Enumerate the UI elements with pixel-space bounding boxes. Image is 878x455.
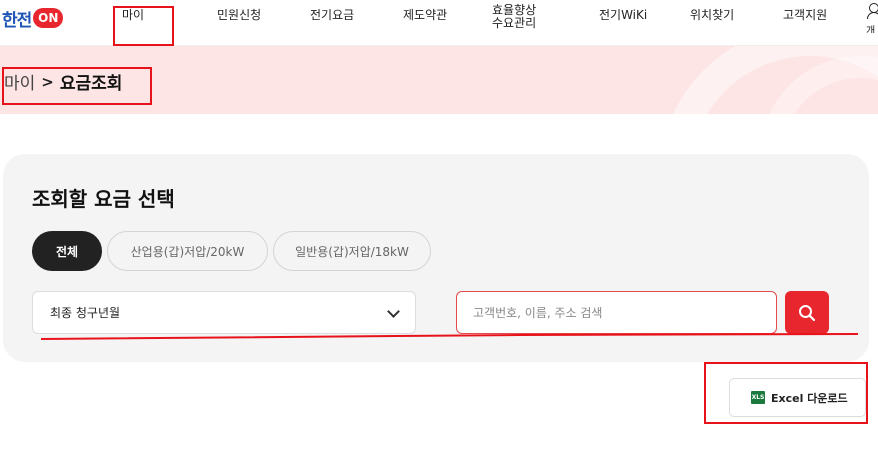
chip-industrial[interactable]: 산업용(갑)저압/20kW <box>107 231 268 271</box>
logo-text: 한전 <box>2 10 32 31</box>
nav-terms[interactable]: 제도약관 <box>403 9 447 22</box>
nav-electricity-fee[interactable]: 전기요금 <box>310 9 354 22</box>
nav-electricity-wiki[interactable]: 전기WiKi <box>599 9 647 22</box>
select-value: 최종 청구년월 <box>50 306 121 320</box>
nav-my[interactable]: 마이 <box>122 9 144 22</box>
user-icon[interactable]: 개 <box>865 3 878 33</box>
chevron-down-icon <box>387 305 400 318</box>
chip-general[interactable]: 일반용(갑)저압/18kW <box>273 231 431 271</box>
nav-customer-support[interactable]: 고객지원 <box>783 9 827 22</box>
billing-month-select[interactable]: 최종 청구년월 <box>32 291 416 334</box>
breadcrumb-banner <box>0 46 878 114</box>
excel-download-button[interactable]: XLS Excel 다운로드 <box>729 378 866 417</box>
nav-civil-application[interactable]: 민원신청 <box>217 9 261 22</box>
chip-all[interactable]: 전체 <box>32 231 102 271</box>
search-input[interactable] <box>456 291 777 334</box>
excel-download-label: Excel 다운로드 <box>771 391 848 405</box>
search-icon <box>799 304 816 321</box>
user-icon-body <box>867 12 878 19</box>
excel-file-icon: XLS <box>751 391 765 404</box>
breadcrumb-current: 요금조회 <box>59 74 123 94</box>
breadcrumb-separator-icon: > <box>41 72 54 91</box>
logo-on-badge: ON <box>33 8 64 28</box>
breadcrumb: 마이 > 요금조회 <box>4 69 123 95</box>
top-header: 한전 ON 마이 민원신청 전기요금 제도약관 효율향상 수요관리 전기WiKi… <box>0 0 878 46</box>
kepco-on-logo[interactable]: 한전 ON <box>2 7 78 31</box>
nav-efficiency-demand[interactable]: 효율향상 수요관리 <box>492 4 536 30</box>
user-label: 개 <box>866 26 876 33</box>
nav-location[interactable]: 위치찾기 <box>690 9 734 22</box>
nav-efficiency-line2: 수요관리 <box>492 16 537 30</box>
search-button[interactable] <box>785 291 829 334</box>
breadcrumb-home[interactable]: 마이 <box>4 69 35 94</box>
panel-title: 조회할 요금 선택 <box>32 187 175 211</box>
